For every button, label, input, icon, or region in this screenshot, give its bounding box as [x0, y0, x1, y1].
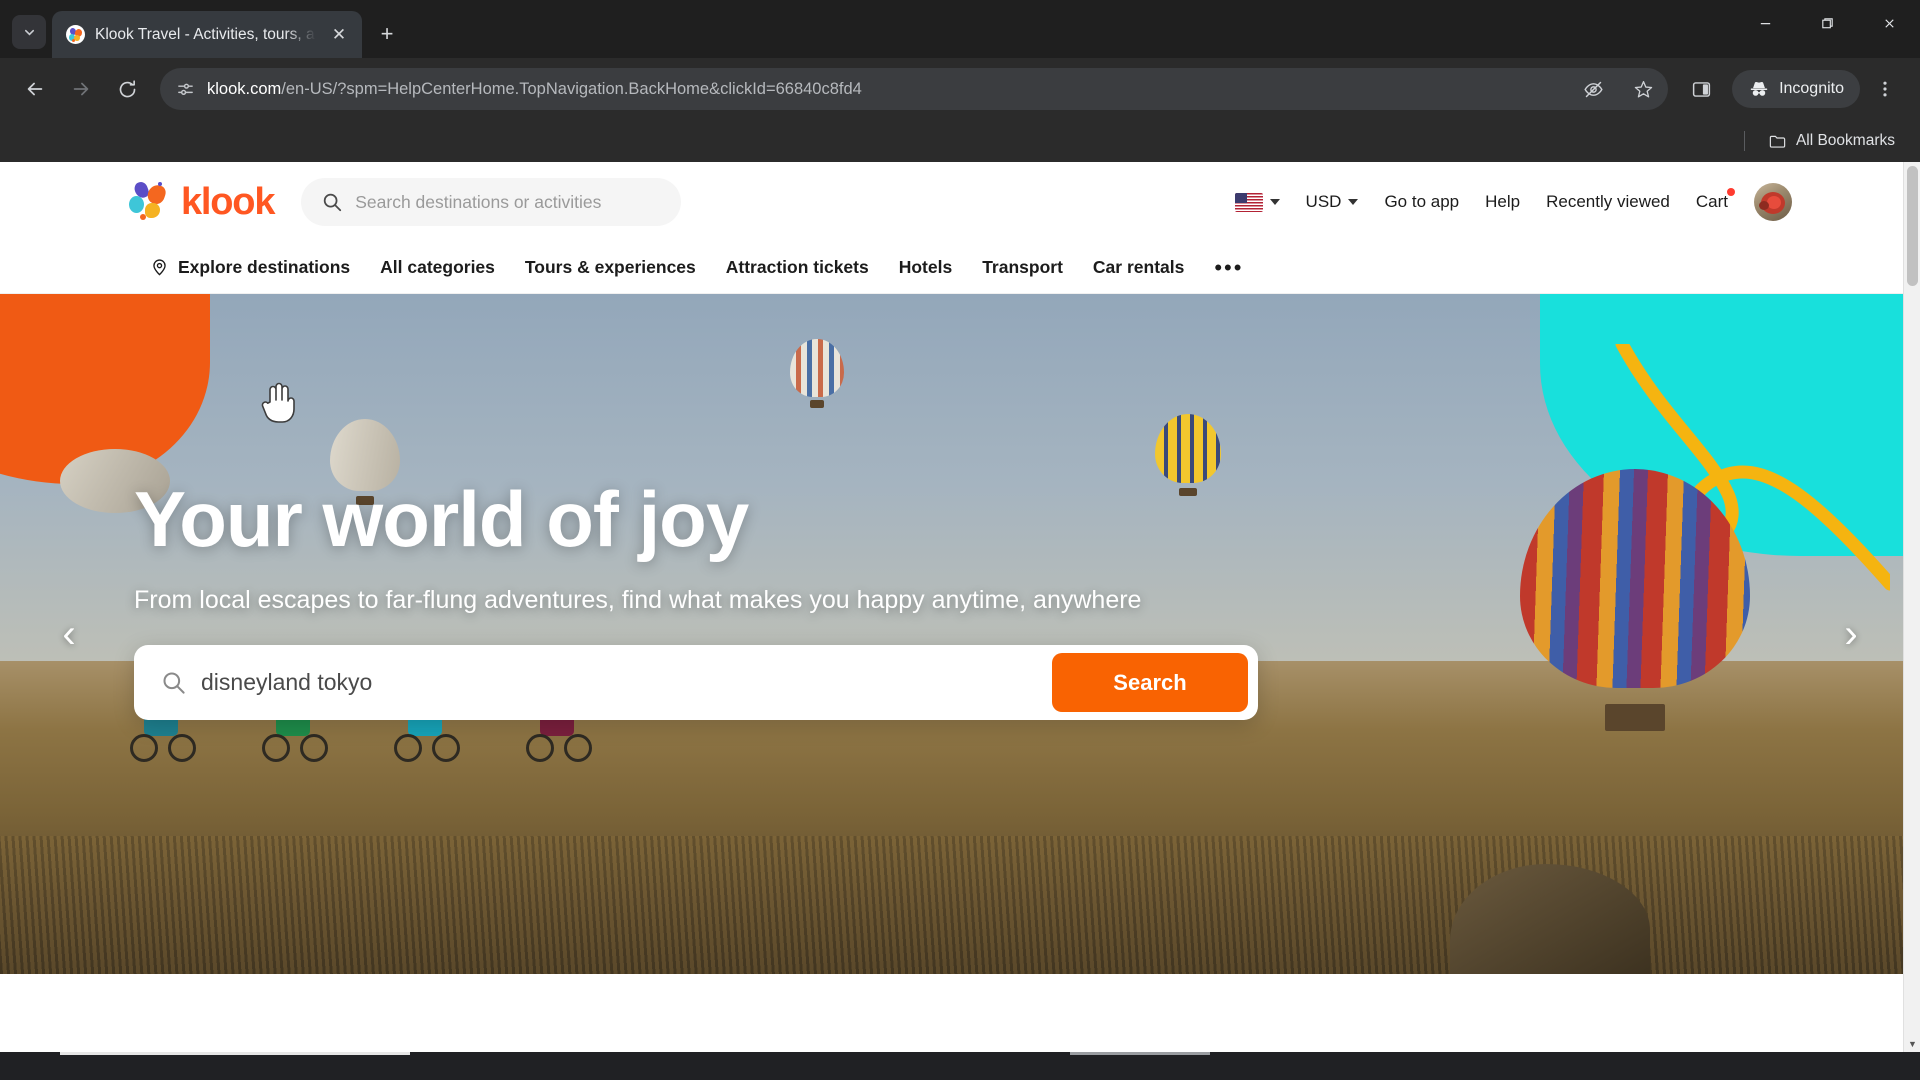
currency-selector[interactable]: USD	[1306, 192, 1359, 212]
scroll-down-arrow[interactable]: ▼	[1904, 1035, 1920, 1052]
us-flag-icon	[1235, 193, 1263, 212]
location-pin-icon	[150, 258, 169, 277]
window-controls	[1734, 0, 1920, 46]
klook-wordmark: klook	[181, 181, 274, 224]
nav-car-rentals[interactable]: Car rentals	[1093, 257, 1184, 278]
forward-button[interactable]	[60, 68, 102, 110]
url-path: /en-US/?spm=HelpCenterHome.TopNavigation…	[281, 80, 862, 98]
go-to-app-link[interactable]: Go to app	[1384, 192, 1459, 212]
browser-tab[interactable]: Klook Travel - Activities, tours, a ✕	[52, 11, 362, 58]
nav-label: Explore destinations	[178, 257, 350, 278]
side-panel-button[interactable]	[1680, 68, 1722, 110]
three-dot-menu-icon	[1875, 79, 1895, 99]
hot-air-balloon	[1520, 469, 1750, 769]
back-button[interactable]	[14, 68, 56, 110]
browser-toolbar: klook.com/en-US/?spm=HelpCenterHome.TopN…	[0, 58, 1920, 120]
nav-tours-experiences[interactable]: Tours & experiences	[525, 257, 696, 278]
cart-badge-dot	[1727, 188, 1735, 196]
site-settings-icon[interactable]	[176, 80, 195, 99]
incognito-indicator[interactable]: Incognito	[1732, 70, 1860, 108]
incognito-hat-icon	[1748, 78, 1770, 100]
hero-search-bar[interactable]: disneyland tokyo Search	[134, 645, 1258, 720]
forward-arrow-icon	[70, 78, 92, 100]
cart-label: Cart	[1696, 192, 1728, 211]
content-below-hero	[0, 974, 1920, 1052]
reload-icon	[117, 79, 138, 100]
hero-search-input[interactable]: disneyland tokyo	[201, 669, 1052, 696]
os-taskbar	[0, 1052, 1920, 1080]
nav-all-categories[interactable]: All categories	[380, 257, 495, 278]
maximize-button[interactable]	[1796, 0, 1858, 46]
cart-link[interactable]: Cart	[1696, 192, 1728, 212]
tab-title: Klook Travel - Activities, tours, a	[95, 26, 316, 44]
side-panel-icon	[1691, 79, 1712, 100]
eye-off-icon	[1583, 79, 1604, 100]
bookmark-button[interactable]	[1624, 70, 1662, 108]
address-bar[interactable]: klook.com/en-US/?spm=HelpCenterHome.TopN…	[160, 68, 1668, 110]
klook-favicon	[66, 25, 85, 44]
all-bookmarks-button[interactable]: All Bookmarks	[1759, 127, 1904, 156]
chevron-down-icon	[1270, 199, 1280, 205]
site-header: klook Search destinations or activities …	[0, 162, 1920, 242]
toolbar-right-actions: Incognito	[1680, 68, 1906, 110]
taskbar-segment	[1070, 1052, 1210, 1055]
bookmarks-divider	[1744, 131, 1745, 151]
carousel-next-button[interactable]: ›	[1826, 609, 1876, 659]
url-host: klook.com	[207, 80, 281, 98]
klook-logo-mark-icon	[128, 182, 172, 222]
bookmarks-bar: All Bookmarks	[0, 120, 1920, 162]
hero-content: Your world of joy From local escapes to …	[134, 480, 1258, 720]
page-viewport: klook Search destinations or activities …	[0, 162, 1920, 1052]
nav-explore-destinations[interactable]: Explore destinations	[150, 257, 350, 278]
carousel-prev-button[interactable]: ‹	[44, 609, 94, 659]
chevron-down-icon	[1348, 199, 1358, 205]
recently-viewed-link[interactable]: Recently viewed	[1546, 192, 1670, 212]
url-text: klook.com/en-US/?spm=HelpCenterHome.TopN…	[207, 80, 1562, 99]
incognito-label: Incognito	[1779, 80, 1844, 98]
page-scrollbar[interactable]: ▲ ▼	[1903, 162, 1920, 1052]
hero-search-button[interactable]: Search	[1052, 653, 1248, 712]
category-nav: Explore destinations All categories Tour…	[0, 242, 1920, 294]
mouse-cursor-hand-icon	[258, 380, 296, 424]
user-avatar[interactable]	[1754, 183, 1792, 221]
tracking-protection-button[interactable]	[1574, 70, 1612, 108]
close-icon	[1882, 16, 1897, 31]
tab-strip: Klook Travel - Activities, tours, a ✕ +	[0, 0, 1920, 58]
hero-subtitle: From local escapes to far-flung adventur…	[134, 586, 1258, 615]
tab-close-button[interactable]: ✕	[326, 22, 352, 48]
language-selector[interactable]	[1235, 193, 1280, 212]
taskbar-segment	[60, 1052, 410, 1055]
currency-label: USD	[1306, 192, 1342, 212]
hot-air-balloon	[790, 339, 844, 419]
help-link[interactable]: Help	[1485, 192, 1520, 212]
maximize-icon	[1820, 16, 1835, 31]
scrollbar-thumb[interactable]	[1907, 166, 1918, 286]
header-search-placeholder: Search destinations or activities	[355, 192, 601, 213]
nav-transport[interactable]: Transport	[982, 257, 1063, 278]
new-tab-button[interactable]: +	[370, 17, 404, 51]
header-actions: USD Go to app Help Recently viewed Cart	[1235, 183, 1920, 221]
all-bookmarks-label: All Bookmarks	[1796, 132, 1895, 150]
reload-button[interactable]	[106, 68, 148, 110]
browser-window: Klook Travel - Activities, tours, a ✕ +	[0, 0, 1920, 1080]
folder-icon	[1768, 132, 1787, 151]
tab-search-button[interactable]	[12, 15, 46, 49]
search-icon	[321, 191, 343, 213]
nav-attraction-tickets[interactable]: Attraction tickets	[726, 257, 869, 278]
klook-logo[interactable]: klook	[128, 181, 274, 224]
hero-title: Your world of joy	[134, 480, 1258, 558]
chevron-down-icon	[23, 26, 36, 39]
chrome-menu-button[interactable]	[1864, 68, 1906, 110]
search-icon	[160, 669, 187, 696]
header-search-input[interactable]: Search destinations or activities	[301, 178, 681, 226]
nav-more-button[interactable]: •••	[1214, 262, 1243, 273]
star-icon	[1633, 79, 1654, 100]
back-arrow-icon	[24, 78, 46, 100]
minimize-icon	[1758, 16, 1773, 31]
nav-hotels[interactable]: Hotels	[899, 257, 952, 278]
minimize-button[interactable]	[1734, 0, 1796, 46]
window-close-button[interactable]	[1858, 0, 1920, 46]
